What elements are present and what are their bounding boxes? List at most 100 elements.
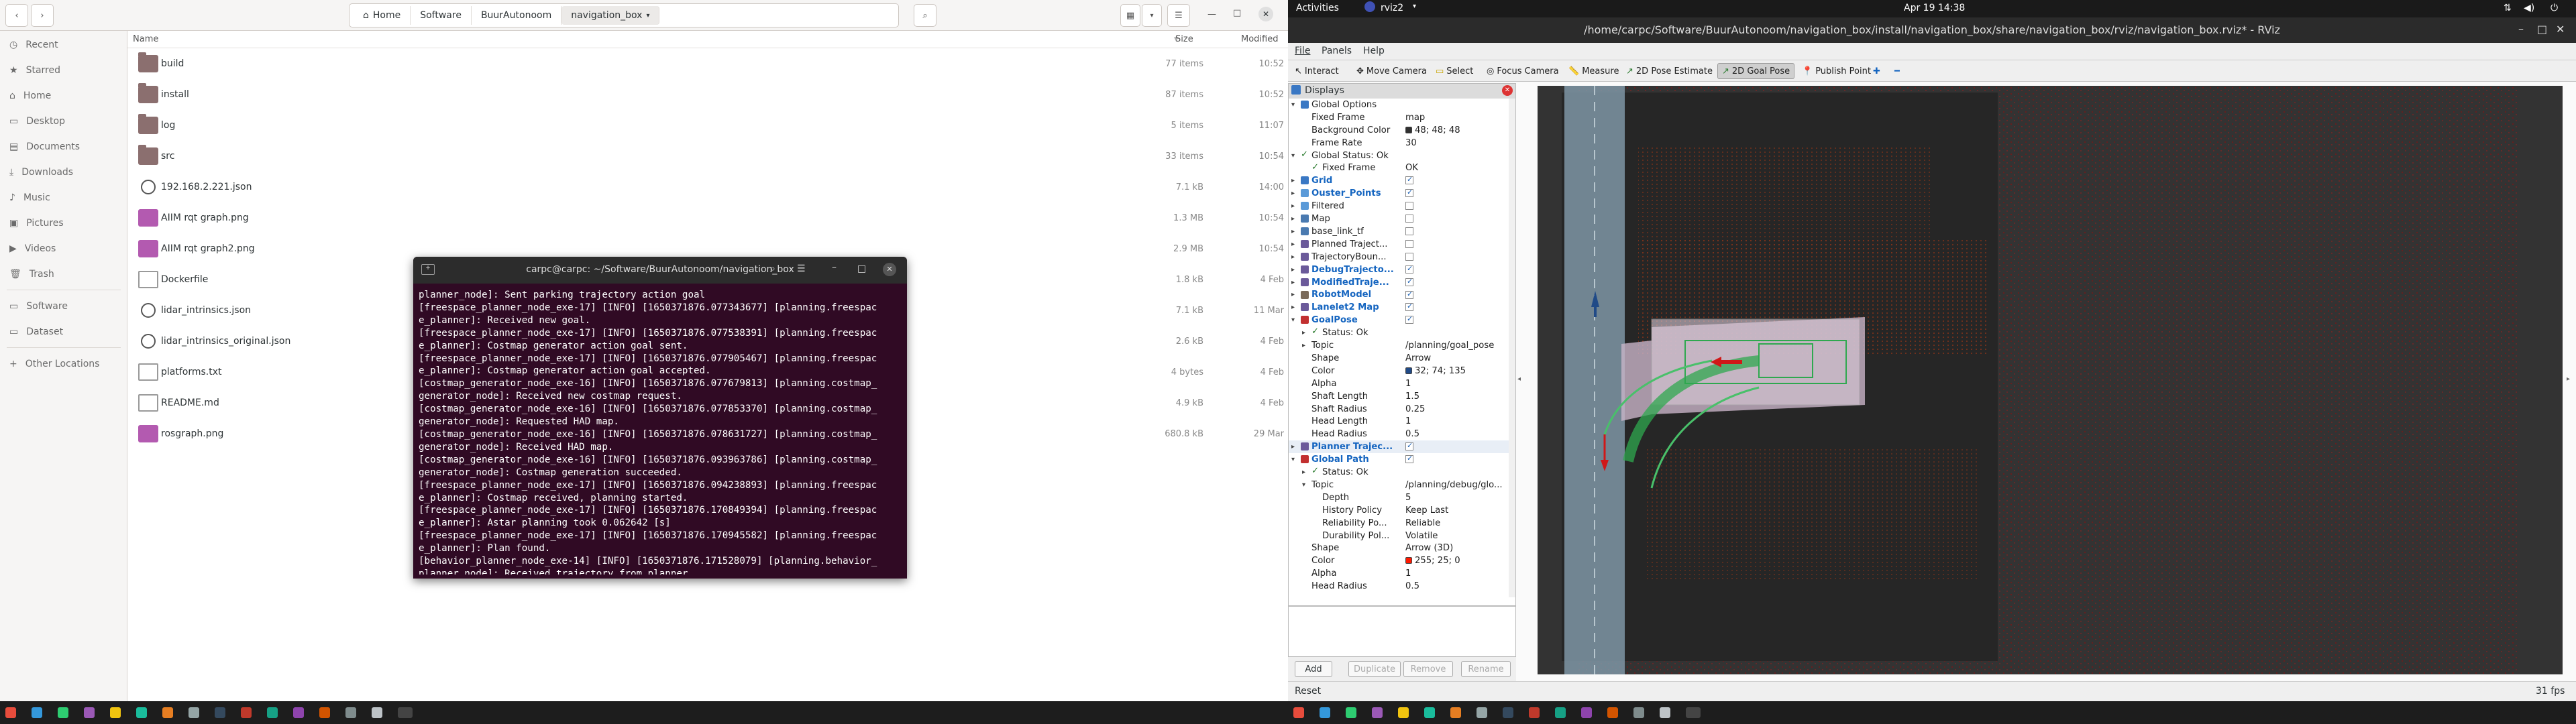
tree-value[interactable]: 1: [1405, 379, 1506, 389]
display-checkbox[interactable]: [1405, 264, 1413, 274]
breadcrumb-home[interactable]: ⌂ Home: [354, 6, 411, 25]
taskbar-app-icon[interactable]: [345, 707, 356, 718]
breadcrumb-navigation-box[interactable]: navigation_box ▾: [561, 6, 660, 25]
collapse-arrow-icon[interactable]: ▸: [1302, 469, 1305, 476]
tool-move-camera[interactable]: ✥ Move Camera: [1352, 63, 1431, 79]
taskbar-app-icon[interactable]: [1346, 707, 1356, 718]
taskbar-app-icon[interactable]: [1633, 707, 1644, 718]
tree-row[interactable]: Head Radius 0.5: [1289, 428, 1515, 440]
tree-value[interactable]: Arrow: [1405, 353, 1506, 363]
tree-row[interactable]: ▸ base_link_tf: [1289, 225, 1515, 238]
network-icon[interactable]: ⇅: [2504, 3, 2512, 13]
terminal-minimize-button[interactable]: –: [832, 262, 837, 273]
sidebar-item-other-locations[interactable]: + Other Locations: [0, 353, 127, 375]
tree-value[interactable]: 255; 25; 0: [1415, 556, 1515, 566]
tree-row[interactable]: Background Color 48; 48; 48: [1289, 124, 1515, 137]
menu-file[interactable]: File: [1295, 46, 1310, 56]
sidebar-item-dataset[interactable]: ▭ Dataset: [0, 320, 127, 343]
tool-measure[interactable]: 📏 Measure: [1564, 63, 1623, 79]
tree-row[interactable]: ▾ Global Options: [1289, 99, 1515, 111]
tree-row[interactable]: Alpha 1: [1289, 377, 1515, 390]
tree-row[interactable]: Shape Arrow (3D): [1289, 542, 1515, 555]
display-checkbox[interactable]: [1405, 454, 1413, 464]
taskbar-app-icon[interactable]: [58, 707, 68, 718]
color-swatch[interactable]: [1405, 557, 1412, 564]
display-checkbox[interactable]: [1405, 252, 1413, 261]
collapse-arrow-icon[interactable]: ▸: [1291, 202, 1295, 210]
expand-arrow-icon[interactable]: ▾: [1291, 152, 1295, 160]
file-row[interactable]: install 87 items 10:52: [127, 79, 1288, 110]
breadcrumb-software[interactable]: Software: [411, 6, 472, 25]
taskbar-app-icon[interactable]: [1607, 707, 1618, 718]
volume-icon[interactable]: ◀): [2524, 3, 2534, 13]
taskbar-app-icon[interactable]: [1555, 707, 1566, 718]
taskbar-app-icon[interactable]: [189, 707, 199, 718]
taskbar-app-icon[interactable]: [1503, 707, 1513, 718]
tree-row[interactable]: ▸ ✓ Status: Ok: [1289, 326, 1515, 339]
taskbar-app-icon[interactable]: [241, 707, 252, 718]
tree-row[interactable]: ▸ Planner Trajec...: [1289, 440, 1515, 454]
tree-row[interactable]: Shaft Radius 0.25: [1289, 403, 1515, 416]
collapse-arrow-icon[interactable]: ▸: [1291, 304, 1295, 311]
remove-display-button[interactable]: Remove: [1403, 661, 1453, 677]
tree-value[interactable]: 1: [1405, 568, 1506, 579]
collapse-arrow-icon[interactable]: ▸: [1291, 215, 1295, 223]
tree-value[interactable]: Arrow (3D): [1405, 543, 1506, 553]
close-panel-button[interactable]: ✕: [1502, 85, 1513, 96]
menu-panels[interactable]: Panels: [1322, 46, 1352, 56]
remove-tool-button[interactable]: ━: [1890, 63, 1904, 79]
taskbar-app-icon[interactable]: [32, 707, 42, 718]
tree-value[interactable]: 0.5: [1405, 429, 1506, 439]
tree-value[interactable]: map: [1405, 113, 1506, 123]
taskbar-app-icon[interactable]: [1398, 707, 1409, 718]
expand-arrow-icon[interactable]: ▾: [1291, 456, 1295, 463]
collapse-left-icon[interactable]: ◂: [1517, 375, 1521, 383]
display-checkbox[interactable]: [1405, 302, 1413, 312]
tree-row[interactable]: Frame Rate 30: [1289, 137, 1515, 149]
tree-value[interactable]: 30: [1405, 138, 1506, 148]
tree-row[interactable]: ▸ Planned Traject...: [1289, 238, 1515, 251]
tree-value[interactable]: Volatile: [1405, 531, 1506, 541]
display-checkbox[interactable]: [1405, 314, 1413, 324]
file-row[interactable]: src 33 items 10:54: [127, 141, 1288, 172]
sidebar-item-starred[interactable]: ★ Starred: [0, 59, 127, 82]
tree-row[interactable]: Shape Arrow: [1289, 352, 1515, 365]
maximize-button[interactable]: □: [2537, 23, 2547, 36]
tree-row[interactable]: ▸ TrajectoryBoun...: [1289, 251, 1515, 263]
tree-row[interactable]: ▸ Grid: [1289, 174, 1515, 187]
tree-row[interactable]: ▸ RobotModel: [1289, 289, 1515, 302]
file-row[interactable]: 192.168.2.221.json 7.1 kB 14:00: [127, 172, 1288, 202]
terminal-maximize-button[interactable]: □: [857, 263, 866, 274]
add-tool-button[interactable]: ✚: [1869, 63, 1884, 79]
taskbar-app-icon[interactable]: [136, 707, 147, 718]
taskbar-app-icon[interactable]: [162, 707, 173, 718]
taskbar-app-icon[interactable]: [319, 707, 330, 718]
app-menu[interactable]: rviz2: [1381, 3, 1403, 13]
taskbar-app-icon[interactable]: [1450, 707, 1461, 718]
tree-row[interactable]: ▸ ✓ Status: Ok: [1289, 466, 1515, 479]
tree-value[interactable]: 32; 74; 135: [1415, 366, 1515, 376]
collapse-arrow-icon[interactable]: ▸: [1291, 279, 1295, 286]
collapse-arrow-icon[interactable]: ▸: [1291, 228, 1295, 235]
sidebar-item-music[interactable]: ♪ Music: [0, 186, 127, 209]
collapse-arrow-icon[interactable]: ▸: [1291, 190, 1295, 197]
tree-row[interactable]: ▸ Filtered: [1289, 200, 1515, 213]
tree-value[interactable]: 1: [1405, 416, 1506, 426]
maximize-button[interactable]: □: [1233, 8, 1241, 18]
sidebar-item-trash[interactable]: 🗑 Trash: [0, 263, 127, 286]
taskbar-app-icon[interactable]: [293, 707, 304, 718]
terminal-close-button[interactable]: ✕: [883, 263, 896, 276]
collapse-right-icon[interactable]: ▸: [2567, 375, 2570, 383]
tree-row[interactable]: Color 255; 25; 0: [1289, 554, 1515, 567]
rename-display-button[interactable]: Rename: [1461, 661, 1511, 677]
power-icon[interactable]: ⏻: [2551, 3, 2558, 13]
taskbar-app-icon[interactable]: [398, 707, 413, 718]
minimize-button[interactable]: –: [2518, 23, 2524, 36]
taskbar-app-icon[interactable]: [1529, 707, 1540, 718]
collapse-arrow-icon[interactable]: ▸: [1291, 443, 1295, 450]
collapse-arrow-icon[interactable]: ▸: [1291, 253, 1295, 261]
tree-row[interactable]: Head Radius 0.5: [1289, 580, 1515, 593]
terminal-search-button[interactable]: ⌕: [770, 263, 775, 274]
duplicate-display-button[interactable]: Duplicate: [1348, 661, 1401, 677]
tree-value[interactable]: 1.5: [1405, 391, 1506, 402]
